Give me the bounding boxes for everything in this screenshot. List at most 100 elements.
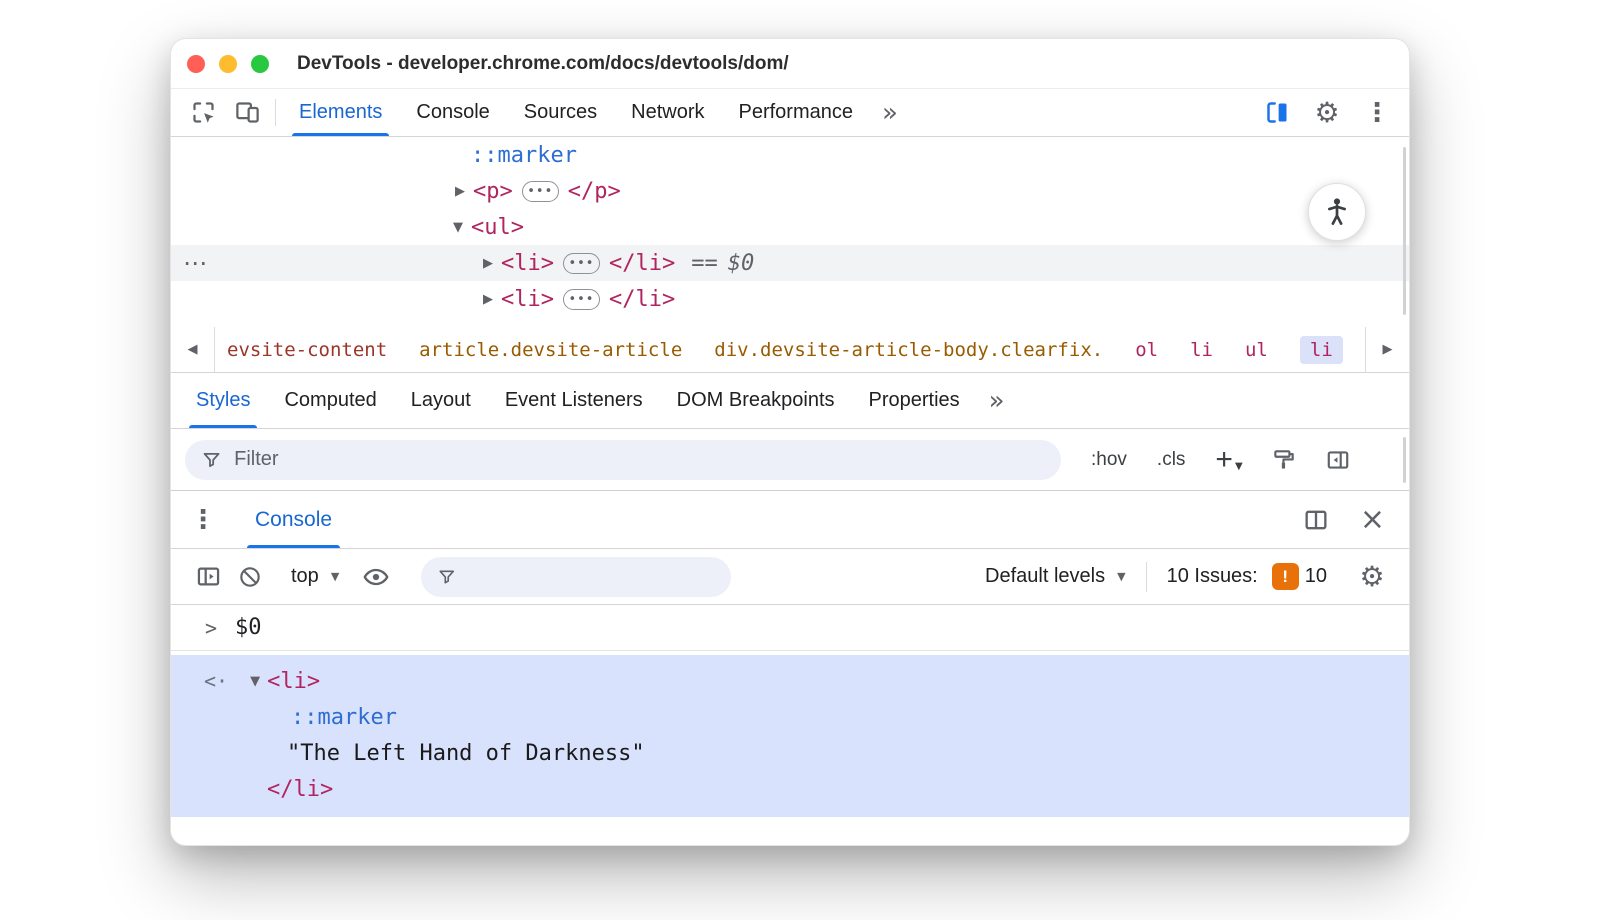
collapse-arrow-icon[interactable]: ▼ — [250, 674, 260, 689]
console-settings-button[interactable]: ⚙ — [1351, 560, 1393, 593]
console-result-block[interactable]: <· ▼ <li> ::marker "The Left Hand of Dar… — [171, 655, 1409, 817]
inline-expand-button[interactable]: ••• — [562, 288, 600, 310]
more-actions-icon[interactable]: ⋯ — [183, 249, 207, 277]
context-selector[interactable]: top ▼ — [291, 565, 339, 588]
window-controls — [187, 54, 269, 73]
tab-elements[interactable]: Elements — [282, 89, 399, 136]
live-expression-button[interactable] — [355, 563, 397, 591]
device-toolbar-icon — [235, 102, 259, 123]
inline-expand-button[interactable]: ••• — [521, 180, 559, 202]
devtools-menu-button[interactable]: ⋮ — [1355, 98, 1399, 128]
zoom-window-button[interactable] — [251, 54, 269, 73]
dollar-zero-ref: $0 — [727, 250, 755, 276]
more-panels-button[interactable]: » — [870, 89, 910, 136]
show-sidebar-icon — [197, 567, 219, 586]
split-panel-icon — [1305, 510, 1327, 529]
kebab-menu-icon: ⋮ — [1364, 97, 1390, 128]
tab-sources[interactable]: Sources — [507, 89, 614, 136]
breadcrumb-forward-button[interactable]: ▶ — [1365, 327, 1409, 372]
breadcrumb-list: evsite-content article.devsite-article d… — [215, 335, 1343, 364]
drawer-menu-button[interactable]: ⋮ — [185, 491, 221, 548]
more-styles-tabs-button[interactable]: » — [977, 373, 1017, 428]
drawer-tab-console[interactable]: Console — [239, 491, 348, 548]
expand-arrow-icon[interactable]: ▶ — [483, 256, 493, 271]
pseudo-element-label: ::marker — [471, 142, 577, 168]
dom-node-p[interactable]: ▶ <p> ••• </p> — [171, 173, 1409, 209]
issues-counter[interactable]: 10 Issues: ! 10 — [1167, 563, 1327, 590]
breadcrumb-item[interactable]: ol — [1135, 339, 1158, 361]
console-output: > $0 <· ▼ <li> ::marker "The Left Hand o… — [171, 605, 1409, 845]
toolbar-right-actions: ⚙ ⋮ — [1255, 89, 1399, 136]
log-levels-selector[interactable]: Default levels ▼ — [985, 565, 1126, 588]
settings-button[interactable]: ⚙ — [1305, 96, 1349, 129]
toggle-device-toolbar-button[interactable] — [225, 89, 269, 136]
styles-filter-field[interactable] — [185, 439, 1061, 480]
split-panel-button[interactable] — [1302, 506, 1330, 534]
collapse-arrow-icon[interactable]: ▼ — [453, 220, 463, 235]
breadcrumb-item[interactable]: article.devsite-article — [419, 339, 682, 361]
dom-node-ul[interactable]: ▼ <ul> — [171, 209, 1409, 245]
clear-console-button[interactable] — [229, 564, 271, 590]
console-filter-input[interactable] — [468, 565, 716, 588]
li-open-tag: <li> — [267, 668, 321, 694]
dom-node-li[interactable]: ▶ <li> ••• </li> — [171, 281, 1409, 317]
funnel-icon — [439, 570, 455, 583]
inspect-element-button[interactable] — [181, 89, 225, 136]
styles-filter-input[interactable] — [234, 448, 1045, 471]
text-node-value: "The Left Hand of Darkness" — [287, 740, 645, 766]
breadcrumb-item-selected[interactable]: li — [1299, 335, 1343, 364]
device-posture-button[interactable] — [1255, 99, 1299, 126]
pseudo-element-label: ::marker — [291, 704, 397, 730]
new-style-rule-button[interactable]: + ▼ — [1215, 444, 1242, 475]
paint-roller-icon — [1273, 449, 1294, 469]
dom-node-pseudo-marker[interactable]: ::marker — [171, 137, 1409, 173]
tab-network[interactable]: Network — [614, 89, 721, 136]
eye-icon — [363, 568, 389, 585]
tab-layout[interactable]: Layout — [394, 373, 488, 428]
p-close-tag: </p> — [567, 178, 621, 204]
styles-scrollbar[interactable] — [1403, 437, 1406, 483]
console-toolbar-right: Default levels ▼ 10 Issues: ! 10 ⚙ — [965, 560, 1393, 593]
close-drawer-button[interactable]: × — [1360, 504, 1385, 535]
expand-arrow-icon[interactable]: ▶ — [455, 184, 465, 199]
tab-label: Layout — [410, 389, 471, 411]
styles-sidebar-tabs: Styles Computed Layout Event Listeners D… — [171, 373, 1409, 429]
dom-tree-scrollbar[interactable] — [1403, 147, 1406, 315]
tab-computed[interactable]: Computed — [267, 373, 393, 428]
tab-label: Sources — [523, 101, 598, 123]
accessibility-overlay-button[interactable] — [1308, 183, 1366, 241]
close-window-button[interactable] — [187, 54, 205, 73]
issues-count: 10 — [1304, 565, 1327, 587]
equals-sign: == — [691, 250, 718, 276]
p-open-tag: <p> — [473, 178, 513, 204]
breadcrumb-item[interactable]: div.devsite-article-body.clearfix. — [714, 339, 1103, 361]
toggle-hover-state-button[interactable]: :hov — [1091, 449, 1127, 471]
tab-label: DOM Breakpoints — [676, 389, 835, 411]
inline-expand-button[interactable]: ••• — [562, 252, 600, 274]
rendering-emulation-button[interactable] — [1271, 447, 1297, 473]
breadcrumb-item[interactable]: ul — [1245, 339, 1268, 361]
chevron-double-icon: » — [988, 385, 1005, 416]
minimize-window-button[interactable] — [219, 54, 237, 73]
tab-styles[interactable]: Styles — [179, 373, 267, 428]
console-filter-field[interactable] — [421, 556, 732, 597]
accessibility-person-icon — [1328, 198, 1346, 225]
breadcrumb-item[interactable]: li — [1190, 339, 1213, 361]
computed-sidebar-toggle-button[interactable] — [1325, 447, 1351, 473]
toolbar-divider — [275, 99, 276, 126]
tab-dom-breakpoints[interactable]: DOM Breakpoints — [660, 373, 852, 428]
result-line: </li> — [171, 771, 1409, 807]
breadcrumb-back-button[interactable]: ◀ — [171, 327, 215, 372]
breadcrumb-item[interactable]: evsite-content — [227, 339, 387, 361]
tab-event-listeners[interactable]: Event Listeners — [488, 373, 660, 428]
tab-performance[interactable]: Performance — [722, 89, 871, 136]
dom-node-li-selected[interactable]: ⋯ ▶ <li> ••• </li> == $0 — [171, 245, 1409, 281]
titlebar: DevTools - developer.chrome.com/docs/dev… — [171, 39, 1409, 89]
tab-console[interactable]: Console — [399, 89, 506, 136]
tab-properties[interactable]: Properties — [852, 373, 977, 428]
console-sidebar-button[interactable] — [187, 563, 229, 590]
console-toolbar: top ▼ Default levels ▼ 10 Issues: ! 10 ⚙ — [171, 549, 1409, 605]
expand-arrow-icon[interactable]: ▶ — [483, 292, 493, 307]
element-classes-button[interactable]: .cls — [1157, 449, 1186, 471]
chevron-left-icon: ◀ — [187, 342, 198, 357]
